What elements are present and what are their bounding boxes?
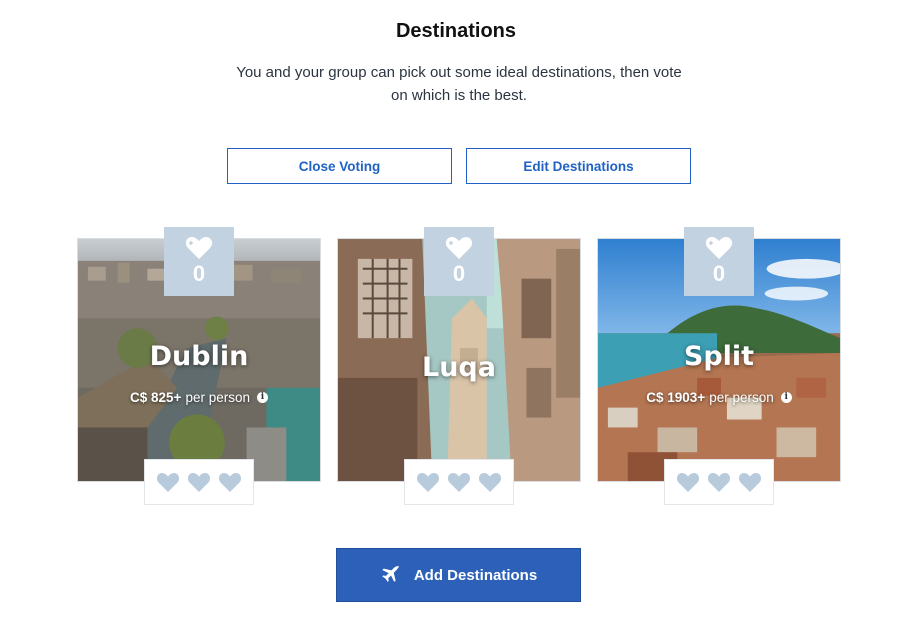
destination-price: C$ 1903+ — [646, 390, 706, 405]
vote-box[interactable]: 0 — [684, 227, 754, 296]
rating-box — [144, 459, 254, 505]
heart-icon[interactable] — [738, 472, 762, 493]
heart-icon[interactable] — [707, 472, 731, 493]
vote-count: 0 — [192, 261, 206, 286]
heart-icon[interactable] — [187, 472, 211, 493]
vote-box[interactable]: 0 — [164, 227, 234, 296]
heart-icon[interactable] — [156, 472, 180, 493]
destination-card-dublin[interactable]: 0 Dublin C$ 825+ per person i — [77, 227, 321, 505]
destination-price-row: C$ 1903+ per person i — [597, 390, 841, 405]
destination-name: Luqa — [422, 352, 496, 383]
heart-icon — [445, 237, 473, 259]
heart-icon — [185, 237, 213, 259]
destination-name: Split — [683, 341, 755, 372]
close-voting-button[interactable]: Close Voting — [227, 148, 452, 184]
destination-price: C$ 825+ — [130, 390, 182, 405]
page-subtitle: You and your group can pick out some ide… — [236, 64, 682, 104]
heart-icon[interactable] — [416, 472, 440, 493]
heart-icon[interactable] — [447, 472, 471, 493]
add-destinations-button[interactable]: Add Destinations — [336, 548, 581, 602]
heart-icon — [705, 237, 733, 259]
info-icon[interactable]: i — [780, 392, 792, 403]
destination-price-unit: per person — [709, 390, 774, 405]
heart-icon[interactable] — [676, 472, 700, 493]
destination-price-row: C$ 825+ per person i — [77, 390, 321, 405]
vote-box[interactable]: 0 — [424, 227, 494, 296]
add-destinations-label: Add Destinations — [413, 566, 538, 584]
heart-icon[interactable] — [478, 472, 502, 493]
destination-card-luqa[interactable]: 0 Luqa — [337, 227, 581, 505]
destination-card-split[interactable]: 0 Split C$ 1903+ per person i — [597, 227, 841, 505]
vote-count: 0 — [712, 261, 726, 286]
heart-icon[interactable] — [218, 472, 242, 493]
destination-price-unit: per person — [185, 390, 250, 405]
info-icon[interactable]: i — [256, 392, 268, 403]
rating-box — [664, 459, 774, 505]
airplane-icon — [382, 566, 400, 582]
destination-name: Dublin — [149, 341, 249, 372]
page-title: Destinations — [395, 20, 517, 42]
edit-destinations-button[interactable]: Edit Destinations — [466, 148, 691, 184]
vote-count: 0 — [452, 261, 466, 286]
rating-box — [404, 459, 514, 505]
